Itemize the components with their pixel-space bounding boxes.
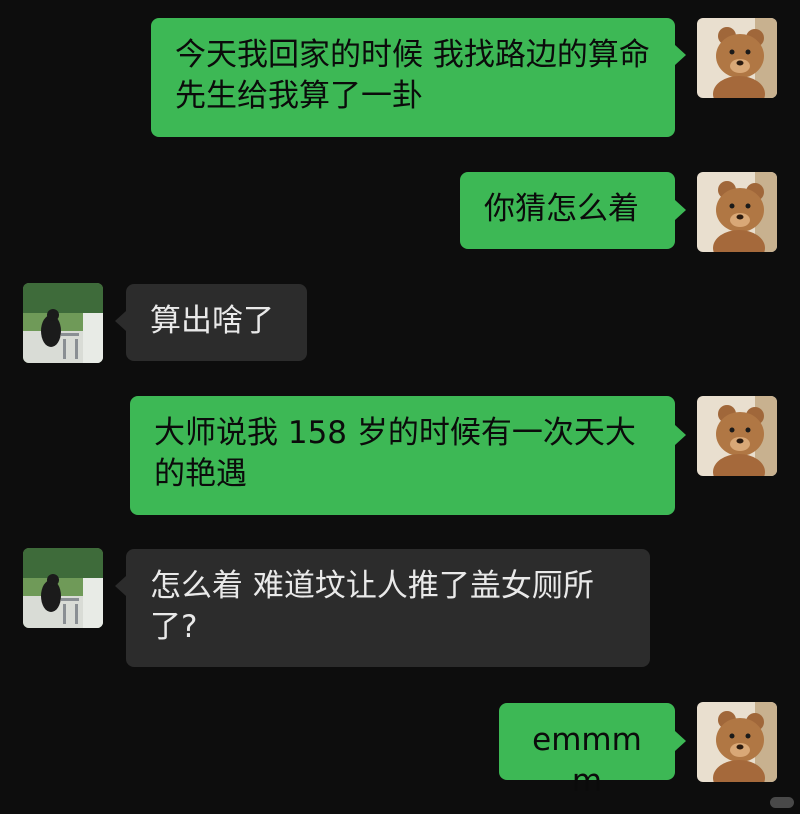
- chat-bubble-received[interactable]: 算出啥了: [126, 284, 307, 361]
- my-avatar[interactable]: [697, 18, 777, 98]
- my-avatar[interactable]: [697, 172, 777, 252]
- chat-bubble-sent[interactable]: 今天我回家的时候 我找路边的算命先生给我算了一卦: [151, 18, 675, 137]
- teddy-bear-icon: [697, 172, 777, 252]
- outdoor-photo-icon: [23, 548, 103, 628]
- teddy-bear-icon: [697, 396, 777, 476]
- message-text: 大师说我 158 岁的时候有一次天大的艳遇: [154, 415, 636, 492]
- bubble-tail: [675, 425, 686, 445]
- contact-avatar[interactable]: [23, 548, 103, 628]
- bubble-tail: [115, 576, 126, 596]
- message-text: 怎么着 难道坟让人推了盖女厕所了?: [150, 568, 594, 645]
- message-text: 算出啥了: [150, 303, 274, 339]
- bubble-tail: [115, 311, 126, 331]
- message-text: emmmm: [532, 722, 642, 799]
- chat-bubble-sent[interactable]: 大师说我 158 岁的时候有一次天大的艳遇: [130, 396, 675, 515]
- chat-bubble-received[interactable]: 怎么着 难道坟让人推了盖女厕所了?: [126, 549, 650, 667]
- message-text: 今天我回家的时候 我找路边的算命先生给我算了一卦: [175, 37, 650, 114]
- chat-bubble-sent[interactable]: 你猜怎么着: [460, 172, 675, 249]
- outdoor-photo-icon: [23, 283, 103, 363]
- bubble-tail: [675, 731, 686, 751]
- watermark-badge: [770, 797, 794, 808]
- message-text: 你猜怎么着: [484, 191, 639, 227]
- contact-avatar[interactable]: [23, 283, 103, 363]
- my-avatar[interactable]: [697, 702, 777, 782]
- teddy-bear-icon: [697, 18, 777, 98]
- bubble-tail: [675, 200, 686, 220]
- teddy-bear-icon: [697, 702, 777, 782]
- my-avatar[interactable]: [697, 396, 777, 476]
- chat-bubble-sent[interactable]: emmmm: [499, 703, 675, 799]
- bubble-tail: [675, 45, 686, 65]
